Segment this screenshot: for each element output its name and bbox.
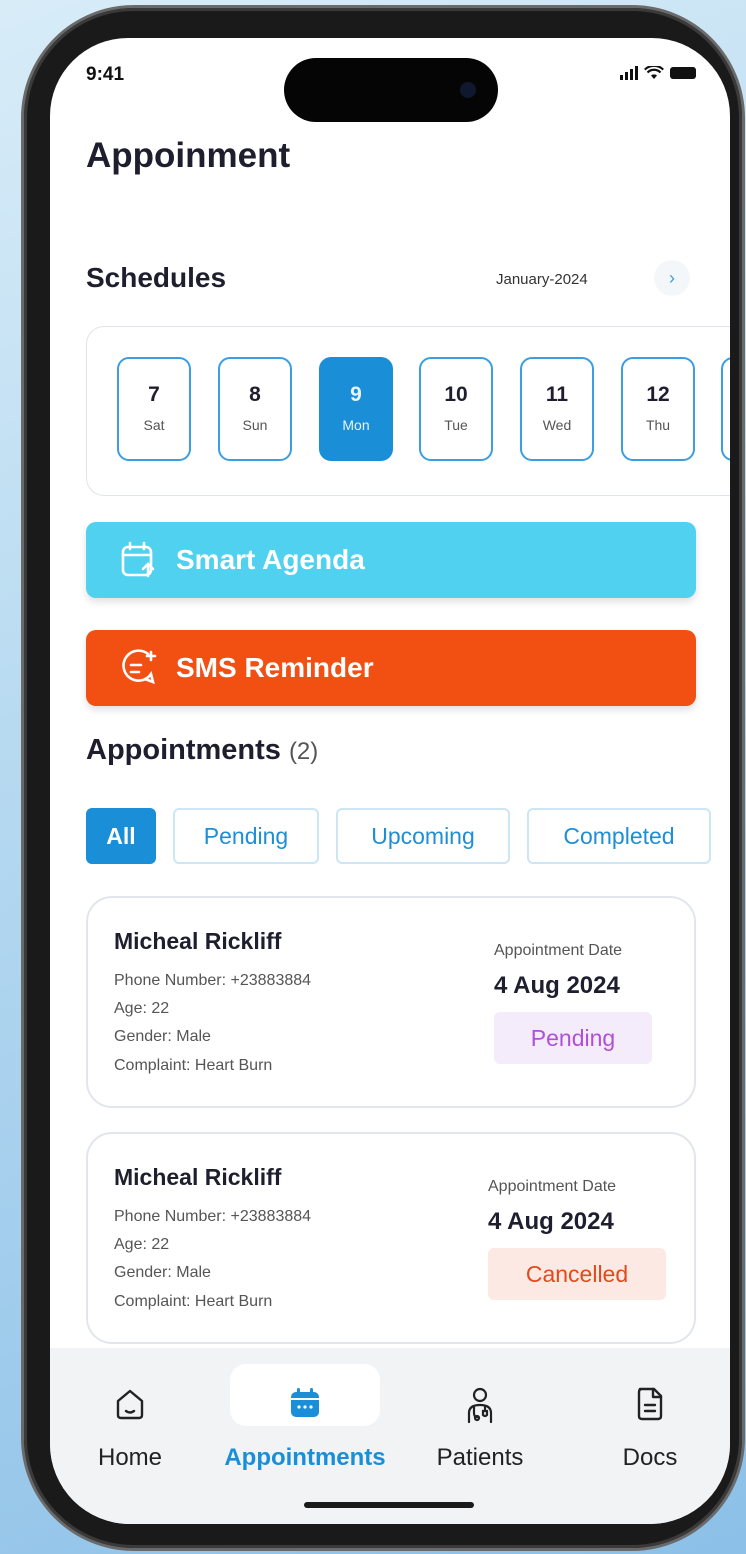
patient-phone: Phone Number: +23883884 (114, 972, 312, 989)
schedules-title: Schedules (86, 262, 227, 293)
status-badge: Cancelled (488, 1248, 666, 1300)
message-icon (122, 649, 157, 685)
appointment-date: 4 Aug 2024 (494, 972, 620, 999)
patient-gender: Gender: Male (114, 1264, 211, 1281)
chevron-right-icon: › (669, 267, 675, 288)
filter-pending[interactable]: Pending (173, 808, 319, 864)
patient-phone: Phone Number: +23883884 (114, 1208, 312, 1225)
day-item-selected[interactable]: 9 Mon (319, 357, 393, 461)
home-icon (116, 1389, 144, 1420)
status-bar: 9:41 (50, 38, 730, 122)
day-weekday: Sun (242, 417, 268, 433)
wifi-icon (644, 66, 664, 79)
day-weekday: Mon (342, 417, 370, 433)
status-time: 9:41 (86, 64, 125, 85)
appointment-card[interactable]: Micheal Rickliff Phone Number: +23883884… (86, 896, 696, 1108)
filter-completed[interactable]: Completed (527, 808, 711, 864)
calendar-icon (291, 1388, 319, 1417)
app-screen: 9:41 Appoinment Schedules January-2024 ›… (50, 38, 730, 1524)
next-month-button[interactable]: › (654, 260, 690, 296)
day-weekday: Sat (143, 417, 165, 433)
appointment-card[interactable]: Micheal Rickliff Phone Number: +23883884… (86, 1132, 696, 1344)
day-item[interactable]: 8 Sun (218, 357, 292, 461)
tab-docs[interactable]: Docs (590, 1348, 710, 1524)
appointment-date-label: Appointment Date (488, 1178, 617, 1195)
day-number: 11 (545, 383, 569, 406)
tab-patients-label: Patients (436, 1444, 524, 1471)
tab-home[interactable]: Home (70, 1348, 190, 1524)
day-number: 9 (350, 383, 362, 406)
smart-agenda-label: Smart Agenda (176, 544, 365, 575)
status-icons (620, 66, 696, 80)
patient-age: Age: 22 (114, 1236, 170, 1253)
patient-gender: Gender: Male (114, 1028, 211, 1045)
tab-appointments-label: Appointments (224, 1444, 386, 1471)
tab-home-label: Home (97, 1444, 163, 1471)
day-item-partial[interactable] (721, 357, 730, 461)
status-badge: Pending (494, 1012, 652, 1064)
calendar-upload-icon (121, 541, 155, 578)
day-weekday: Thu (645, 417, 671, 433)
patient-icon (467, 1387, 493, 1424)
day-weekday: Tue (444, 417, 468, 433)
calendar-strip[interactable]: 7 Sat 8 Sun 9 Mon 10 Tue 11 Wed 12 Thu (86, 326, 730, 496)
smart-agenda-button[interactable]: Smart Agenda (86, 522, 696, 598)
day-item[interactable]: 11 Wed (520, 357, 594, 461)
day-number: 10 (444, 383, 468, 406)
patient-complaint: Complaint: Heart Burn (114, 1057, 273, 1074)
day-item[interactable]: 10 Tue (419, 357, 493, 461)
day-number: 8 (249, 383, 261, 406)
document-icon (637, 1387, 663, 1421)
tab-patients[interactable]: Patients (415, 1348, 545, 1524)
appointments-header: Appointments (2) (86, 734, 318, 767)
day-item[interactable]: 7 Sat (117, 357, 191, 461)
appointment-date: 4 Aug 2024 (488, 1208, 614, 1235)
signal-icon (620, 66, 638, 80)
dynamic-island (284, 58, 498, 122)
tab-docs-label: Docs (622, 1444, 678, 1471)
appointment-date-label: Appointment Date (494, 942, 623, 959)
camera-icon (460, 82, 476, 98)
appointments-count: (2) (288, 738, 319, 765)
sms-reminder-button[interactable]: SMS Reminder (86, 630, 696, 706)
day-number: 7 (148, 383, 160, 406)
bottom-tab-bar: Home Appointments Patients Docs (50, 1348, 730, 1524)
home-indicator (304, 1502, 474, 1508)
filter-upcoming[interactable]: Upcoming (336, 808, 510, 864)
battery-icon (670, 67, 696, 79)
page-title: Appoinment (86, 136, 291, 175)
day-number: 12 (646, 383, 670, 406)
patient-name: Micheal Rickliff (114, 928, 282, 954)
patient-complaint: Complaint: Heart Burn (114, 1293, 273, 1310)
day-item[interactable]: 12 Thu (621, 357, 695, 461)
tab-appointments[interactable]: Appointments (200, 1348, 410, 1524)
sms-reminder-label: SMS Reminder (176, 652, 374, 683)
filter-all[interactable]: All (86, 808, 156, 864)
day-weekday: Wed (542, 417, 572, 433)
patient-age: Age: 22 (114, 1000, 170, 1017)
schedule-month: January-2024 (496, 271, 588, 288)
patient-name: Micheal Rickliff (114, 1164, 282, 1190)
appointments-title: Appointments (86, 734, 281, 766)
